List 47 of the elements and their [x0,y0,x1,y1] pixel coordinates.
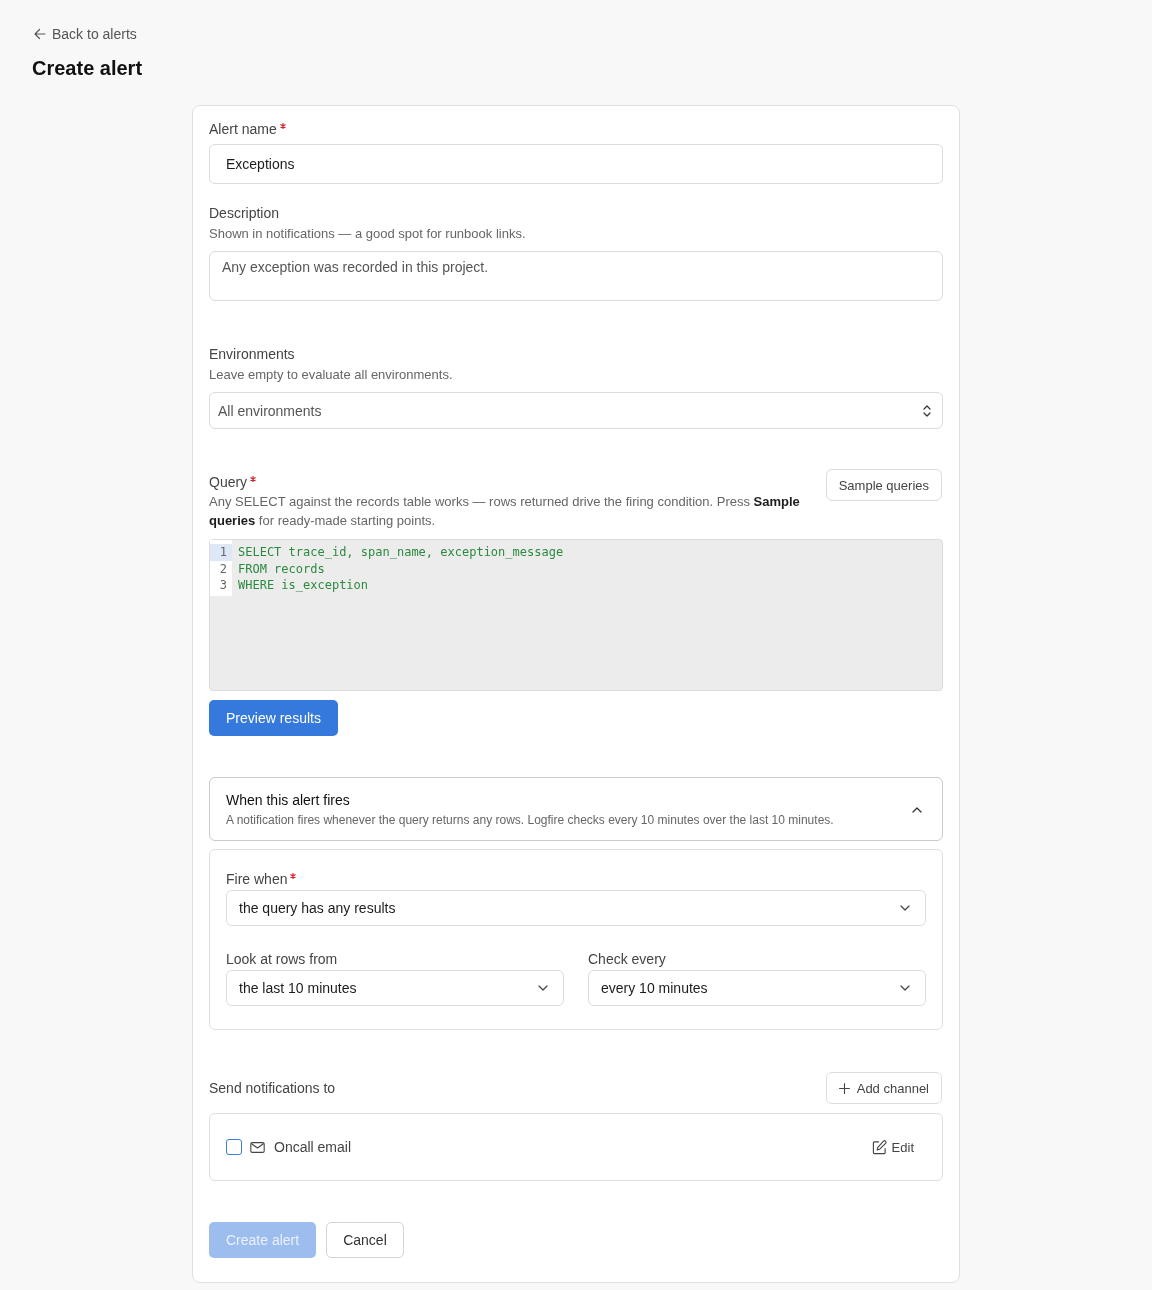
section-label: Send notifications to [209,1079,336,1097]
plus-icon [838,1082,850,1094]
code-line: WHERE is_exception [238,577,370,594]
sample-queries-button[interactable]: Sample queries [825,469,942,501]
dropdown-select[interactable]: every 10 minutes [588,970,926,1006]
field-label: Environments [209,345,295,363]
field-label: Description [209,204,280,222]
code-line: SELECT trace_id, span_name, exception_message [238,544,564,561]
page-title: Create alert [32,56,143,81]
edit-pencil-icon [871,1139,887,1155]
envelope-icon [250,1141,265,1153]
add-channel-button[interactable]: Add channel [825,1072,942,1104]
alert-name-input[interactable]: Exceptions [209,144,943,184]
channel-name: Oncall email [274,1138,352,1156]
preview-results-button[interactable]: Preview results [209,700,338,736]
field-label: Alert name [209,120,277,138]
left-arrow-icon [34,28,46,40]
field-hint: Leave empty to evaluate all environments. [209,366,454,384]
field-label: Fire when [226,870,288,888]
field-label: Query [209,473,248,491]
description-textarea[interactable]: Any exception was recorded in this project. [209,251,943,301]
required-asterisk-icon [250,476,257,482]
field-label: Look at rows from [226,950,338,968]
field-hint: Shown in notifications — a good spot for runbook links. [209,225,527,243]
dropdown-select[interactable]: the last 10 minutes [226,970,564,1006]
section-title: When this alert fires [226,791,350,809]
required-asterisk-icon [290,873,297,879]
chevron-down-icon [538,985,548,991]
line-number: 3 [218,577,228,594]
code-line: FROM records [238,560,326,577]
line-number: 2 [218,560,228,577]
back-link[interactable]: Back to alerts [34,25,137,43]
environment-select[interactable]: All environments [209,392,943,429]
dropdown-select[interactable]: the query has any results [226,890,926,926]
edit-button[interactable]: Edit [867,1137,918,1157]
code-editor[interactable]: 1 2 3 SELECT trace_id, span_name, exception_message FROM records WHERE is_exception [209,539,943,691]
channel-checkbox[interactable] [226,1139,242,1155]
required-asterisk-icon [279,123,286,129]
line-number: 1 [210,544,232,561]
collapsible-section-header[interactable]: When this alert fires A notification fires whenever the query returns any rows. Logfire checks every 10 minutes over the last 10 minutes. [209,777,943,841]
chevron-down-icon [900,985,910,991]
form-button[interactable]: Cancel [326,1222,404,1258]
field-hint: Any SELECT against the records table works — rows returned drive the firing condition. Press Sample queries for ready-made starting points. [209,493,801,530]
field-label: Check every [588,950,666,968]
chevron-down-icon [900,905,910,911]
section-description: A notification fires whenever the query returns any rows. Logfire checks every 10 minutes over the last 10 minutes. [226,812,834,828]
chevron-up-down-icon [923,404,931,417]
